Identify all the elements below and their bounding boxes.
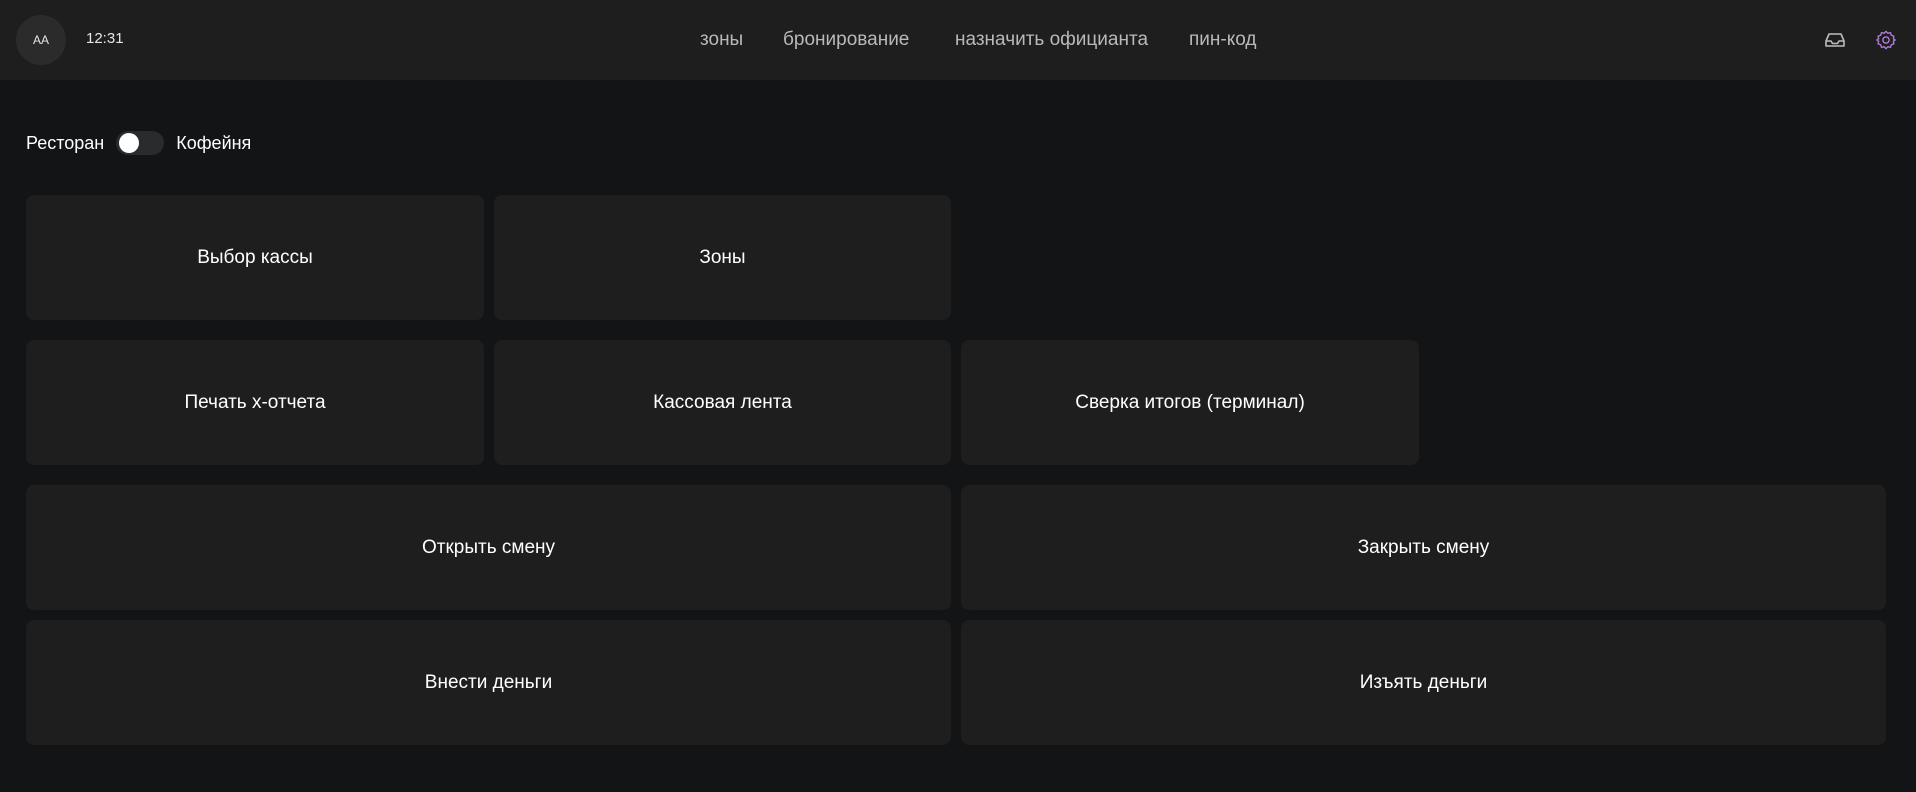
cash-register-select-label: Выбор кассы [197, 246, 313, 268]
nav-item-zones[interactable]: зоны [700, 29, 743, 51]
mode-toggle-switch[interactable] [116, 131, 165, 155]
cash-register-select-button[interactable]: Выбор кассы [26, 195, 484, 320]
gear-icon[interactable] [1874, 28, 1898, 52]
mode-toggle-row: Ресторан Кофейня [26, 128, 251, 158]
nav-item-booking[interactable]: бронирование [783, 29, 909, 51]
inbox-icon[interactable] [1823, 28, 1847, 52]
mode-label-restaurant: Ресторан [26, 132, 105, 153]
clock-time: 12:31 [86, 30, 124, 47]
close-shift-button[interactable]: Закрыть смену [961, 485, 1886, 610]
terminal-reconciliation-label: Сверка итогов (терминал) [1075, 391, 1305, 413]
zones-label: Зоны [699, 246, 746, 268]
withdraw-money-button[interactable]: Изъять деньги [961, 620, 1886, 745]
open-shift-label: Открыть смену [421, 536, 556, 558]
top-nav: зоны бронирование назначить официанта пи… [0, 0, 1916, 80]
print-x-report-label: Печать x-отчета [184, 391, 326, 413]
nav-item-pin-code[interactable]: пин-код [1189, 29, 1256, 51]
avatar[interactable]: AA [16, 15, 66, 65]
deposit-money-label: Внести деньги [424, 671, 553, 693]
close-shift-label: Закрыть смену [1357, 536, 1490, 558]
withdraw-money-label: Изъять деньги [1359, 671, 1488, 693]
print-x-report-button[interactable]: Печать x-отчета [26, 340, 484, 465]
cash-tape-button[interactable]: Кассовая лента [494, 340, 951, 465]
top-header: AA 12:31 зоны бронирование назначить офи… [0, 0, 1916, 80]
zones-button[interactable]: Зоны [494, 195, 951, 320]
terminal-reconciliation-button[interactable]: Сверка итогов (терминал) [961, 340, 1419, 465]
avatar-initials: AA [32, 33, 49, 47]
app-root: AA 12:31 зоны бронирование назначить офи… [0, 0, 1916, 792]
cash-tape-label: Кассовая лента [653, 391, 792, 413]
nav-item-assign-waiter[interactable]: назначить официанта [955, 29, 1148, 51]
mode-toggle-knob [119, 133, 140, 153]
deposit-money-button[interactable]: Внести деньги [26, 620, 951, 745]
mode-label-coffee-shop: Кофейня [176, 132, 252, 153]
open-shift-button[interactable]: Открыть смену [26, 485, 951, 610]
